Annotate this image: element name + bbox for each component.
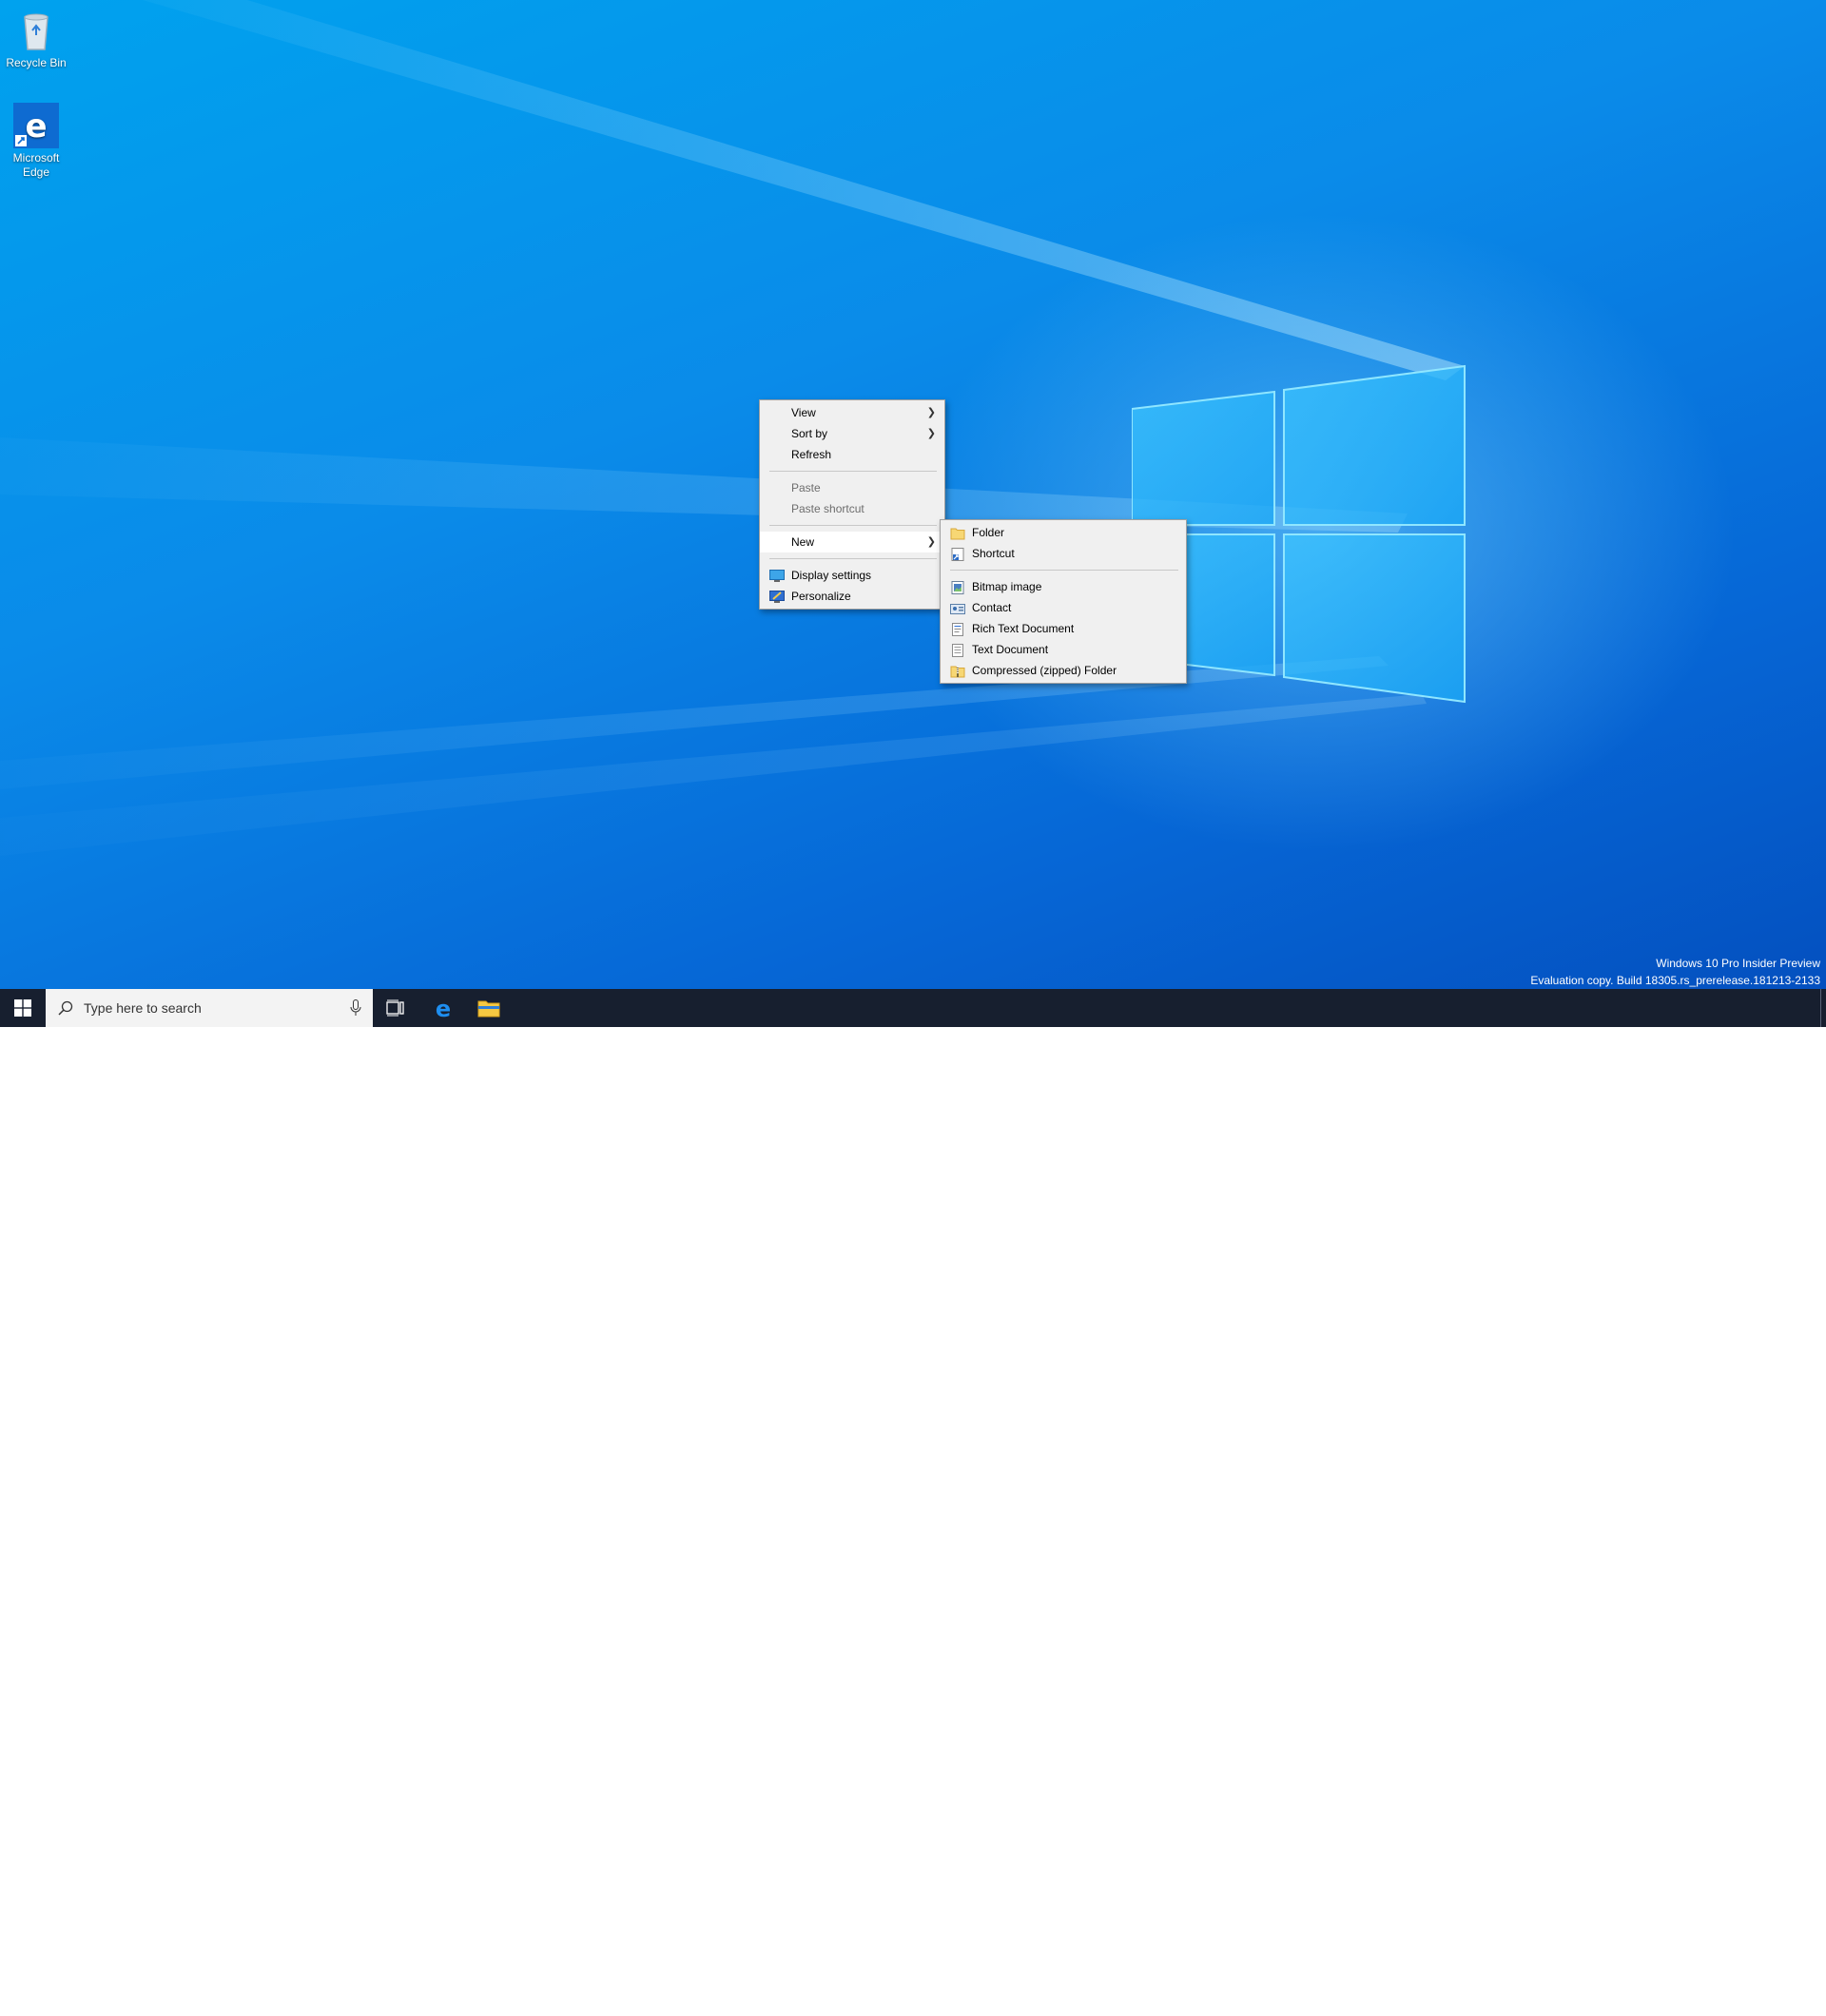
recycle-bin-icon bbox=[13, 8, 59, 53]
task-view-icon bbox=[386, 999, 404, 1017]
menu-item-label: Paste shortcut bbox=[791, 502, 864, 515]
rich-text-document-icon bbox=[950, 622, 965, 636]
show-hidden-icons-button[interactable]: ∧ bbox=[1649, 1987, 1666, 2005]
task-view-button[interactable] bbox=[373, 989, 418, 1027]
menu-item-display-settings[interactable]: Display settings bbox=[760, 565, 944, 586]
taskbar-file-explorer-button[interactable] bbox=[466, 989, 512, 1027]
svg-text:e: e bbox=[436, 997, 451, 1019]
volume-icon[interactable] bbox=[1691, 1987, 1708, 2005]
system-clock[interactable]: 9:46 AM 12/14/2018 bbox=[1712, 1981, 1777, 2011]
menu-item-paste-shortcut: Paste shortcut bbox=[760, 498, 944, 519]
bitmap-image-icon bbox=[950, 580, 965, 594]
submenu-item-rich-text-document[interactable]: Rich Text Document bbox=[941, 618, 1186, 639]
desktop-icon-label: Microsoft Edge bbox=[12, 151, 60, 179]
menu-separator bbox=[769, 471, 937, 472]
desktop-context-menu: View ❯ Sort by ❯ Refresh Paste Paste sho… bbox=[759, 399, 945, 610]
menu-item-label: Folder bbox=[972, 526, 1005, 539]
menu-item-label: New bbox=[791, 535, 815, 549]
menu-separator bbox=[769, 558, 937, 559]
svg-text:e: e bbox=[25, 107, 47, 145]
desktop-icon-recycle-bin[interactable]: Recycle Bin bbox=[0, 8, 72, 70]
menu-item-label: Personalize bbox=[791, 590, 851, 603]
menu-item-refresh[interactable]: Refresh bbox=[760, 444, 944, 465]
clock-time: 9:46 AM bbox=[1722, 1982, 1766, 1995]
menu-separator bbox=[769, 525, 937, 526]
new-submenu: Folder Shortcut Bitmap image Contact Ric… bbox=[940, 519, 1187, 684]
display-settings-icon bbox=[769, 569, 785, 582]
menu-item-paste: Paste bbox=[760, 477, 944, 498]
menu-item-label: Compressed (zipped) Folder bbox=[972, 664, 1117, 677]
zipped-folder-icon bbox=[950, 664, 965, 678]
submenu-item-shortcut[interactable]: Shortcut bbox=[941, 543, 1186, 564]
network-icon[interactable] bbox=[1670, 1987, 1687, 2005]
menu-separator bbox=[950, 570, 1178, 571]
microphone-icon[interactable] bbox=[350, 999, 361, 1017]
submenu-item-folder[interactable]: Folder bbox=[941, 522, 1186, 543]
menu-item-label: Refresh bbox=[791, 448, 832, 461]
edge-icon: e bbox=[13, 103, 59, 148]
search-icon bbox=[58, 1000, 73, 1016]
taskbar-edge-button[interactable]: e bbox=[420, 989, 466, 1027]
contact-icon bbox=[950, 601, 965, 614]
menu-item-label: Sort by bbox=[791, 427, 828, 440]
watermark-line-edition: Windows 10 Pro Insider Preview bbox=[1656, 957, 1820, 970]
desktop-icon-label: Recycle Bin bbox=[6, 56, 67, 69]
menu-item-label: Shortcut bbox=[972, 547, 1015, 560]
chevron-right-icon: ❯ bbox=[926, 407, 936, 418]
folder-icon bbox=[950, 526, 965, 540]
file-explorer-icon bbox=[477, 1000, 500, 1018]
submenu-item-compressed-folder[interactable]: Compressed (zipped) Folder bbox=[941, 660, 1186, 681]
chevron-right-icon: ❯ bbox=[926, 428, 936, 439]
start-button[interactable] bbox=[0, 989, 46, 1027]
menu-item-new[interactable]: New ❯ bbox=[760, 532, 944, 552]
text-document-icon bbox=[950, 643, 965, 657]
edge-icon: e bbox=[436, 997, 451, 1019]
action-center-icon[interactable] bbox=[1786, 1987, 1803, 2005]
menu-item-view[interactable]: View ❯ bbox=[760, 402, 944, 423]
menu-item-label: Rich Text Document bbox=[972, 622, 1075, 635]
menu-item-label: Contact bbox=[972, 601, 1012, 614]
chevron-right-icon: ❯ bbox=[926, 536, 936, 548]
submenu-item-text-document[interactable]: Text Document bbox=[941, 639, 1186, 660]
evaluation-watermark: Windows 10 Pro Insider Preview Evaluatio… bbox=[1530, 955, 1820, 989]
menu-item-label: Bitmap image bbox=[972, 580, 1042, 593]
desktop-icon-microsoft-edge[interactable]: e Microsoft Edge bbox=[0, 103, 72, 180]
watermark-line-build: Evaluation copy. Build 18305.rs_prerelea… bbox=[1530, 974, 1820, 987]
shortcut-icon bbox=[950, 547, 965, 561]
menu-item-label: Paste bbox=[791, 481, 821, 494]
menu-item-label: View bbox=[791, 406, 816, 419]
search-placeholder: Type here to search bbox=[84, 1000, 202, 1016]
chevron-up-icon: ∧ bbox=[1653, 1988, 1662, 2003]
submenu-item-contact[interactable]: Contact bbox=[941, 597, 1186, 618]
show-desktop-button[interactable] bbox=[1820, 989, 1826, 1027]
menu-item-sort-by[interactable]: Sort by ❯ bbox=[760, 423, 944, 444]
book-icon bbox=[1598, 1986, 1636, 2014]
menu-item-label: Text Document bbox=[972, 643, 1049, 656]
personalize-icon bbox=[769, 590, 785, 603]
desktop[interactable]: Recycle Bin e Microsoft Edge View ❯ Sort… bbox=[0, 0, 1826, 989]
menu-item-personalize[interactable]: Personalize bbox=[760, 586, 944, 607]
clock-date: 12/14/2018 bbox=[1715, 1997, 1774, 2010]
taskbar-search-box[interactable]: Type here to search bbox=[46, 989, 373, 1027]
menu-item-label: Display settings bbox=[791, 569, 872, 582]
submenu-item-bitmap-image[interactable]: Bitmap image bbox=[941, 576, 1186, 597]
taskbar: Type here to search e The Collection Boo… bbox=[0, 989, 1826, 2014]
windows-start-icon bbox=[14, 999, 31, 1017]
